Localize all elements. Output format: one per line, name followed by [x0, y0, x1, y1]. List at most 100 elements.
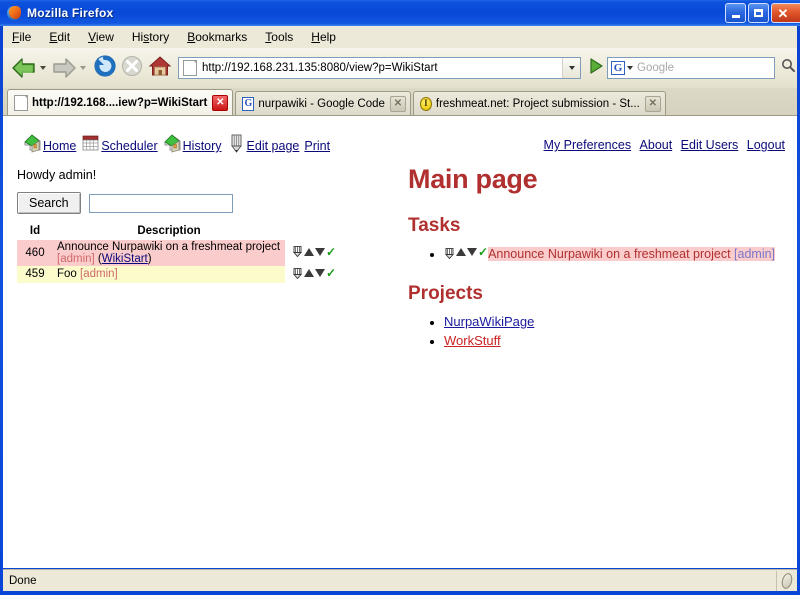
- reload-icon: [93, 54, 117, 83]
- close-button[interactable]: ✕: [771, 3, 800, 23]
- edit-icon[interactable]: [292, 267, 303, 279]
- nav-print[interactable]: Print: [304, 139, 335, 153]
- back-dropdown-caret[interactable]: [40, 66, 46, 70]
- paren-close: ): [147, 253, 152, 265]
- greeting-text: Howdy admin!: [17, 168, 97, 182]
- check-icon[interactable]: ✓: [478, 246, 488, 258]
- up-icon[interactable]: [304, 269, 314, 277]
- table-header-row: Id Description: [17, 224, 340, 240]
- status-bar: Done: [3, 569, 797, 591]
- url-dropdown-caret[interactable]: [562, 58, 580, 78]
- forward-dropdown-caret[interactable]: [80, 66, 86, 70]
- tab-close-button[interactable]: ✕: [389, 95, 406, 112]
- up-icon[interactable]: [304, 247, 314, 256]
- search-button[interactable]: Search: [17, 192, 81, 214]
- tab-close-button[interactable]: ✕: [644, 95, 661, 112]
- link-my-preferences[interactable]: My Preferences: [544, 138, 632, 152]
- down-icon[interactable]: [467, 247, 477, 256]
- status-text: Done: [9, 574, 37, 587]
- nav-home[interactable]: Home: [23, 133, 81, 153]
- magnifier-button[interactable]: [779, 58, 797, 78]
- nav-edit-page[interactable]: Edit page: [227, 133, 305, 153]
- link-logout[interactable]: Logout: [747, 138, 785, 152]
- wiki-nav-right: My Preferences About Edit Users Logout: [540, 136, 785, 154]
- column-header-description: Description: [137, 225, 201, 237]
- resize-grip-icon: [780, 571, 794, 590]
- tab-close-button[interactable]: ✕: [212, 94, 229, 111]
- menu-file[interactable]: File: [3, 28, 40, 46]
- menu-help[interactable]: Help: [302, 28, 345, 46]
- minimize-icon: [731, 15, 740, 18]
- project-link-nurpawikipage[interactable]: NurpaWikiPage: [444, 314, 534, 329]
- home-icon: [148, 54, 172, 83]
- task-id: 459: [17, 266, 53, 283]
- search-bar[interactable]: G Google: [607, 57, 775, 79]
- task-user-tag: [admin]: [57, 253, 95, 265]
- nav-print-link[interactable]: Print: [304, 139, 335, 153]
- nav-edit-page-link[interactable]: Edit page: [247, 139, 305, 153]
- close-icon: ✕: [777, 5, 789, 21]
- edit-icon[interactable]: [292, 246, 303, 258]
- projects-heading: Projects: [408, 283, 483, 305]
- down-icon[interactable]: [315, 269, 325, 277]
- back-button[interactable]: [11, 56, 51, 80]
- table-row[interactable]: 460 Announce Nurpawiki on a freshmeat pr…: [17, 240, 341, 266]
- task-id: 460: [17, 240, 53, 266]
- task-actions: ✓: [285, 266, 341, 283]
- tab-wikistart[interactable]: http://192.168....iew?p=WikiStart ✕: [7, 89, 234, 115]
- edit-icon[interactable]: [444, 246, 455, 260]
- freshmeat-icon: I: [419, 96, 432, 111]
- menu-edit[interactable]: Edit: [40, 28, 79, 46]
- resize-grip[interactable]: [776, 570, 797, 591]
- wiki-body: Main page Tasks ✓ Announce Nurpawiki on …: [408, 164, 787, 351]
- go-button[interactable]: [585, 57, 607, 79]
- task-wiki-link[interactable]: WikiStart: [102, 253, 148, 265]
- list-item: WorkStuff: [444, 332, 787, 351]
- page-title: Main page: [408, 164, 538, 194]
- nav-home-link[interactable]: Home: [43, 139, 81, 153]
- search-input[interactable]: [88, 193, 233, 213]
- link-edit-users[interactable]: Edit Users: [681, 138, 739, 152]
- project-link-workstuff[interactable]: WorkStuff: [444, 333, 501, 348]
- forward-button[interactable]: [51, 56, 91, 80]
- link-about[interactable]: About: [640, 138, 673, 152]
- maximize-icon: [754, 9, 763, 17]
- nav-scheduler[interactable]: Scheduler: [81, 133, 162, 153]
- maximize-button[interactable]: [748, 3, 769, 23]
- url-text[interactable]: http://192.168.231.135:8080/view?p=WikiS…: [202, 62, 562, 74]
- house-icon: [23, 133, 42, 153]
- check-icon[interactable]: ✓: [326, 267, 336, 279]
- up-icon[interactable]: [456, 247, 466, 256]
- menu-tools[interactable]: Tools: [256, 28, 302, 46]
- column-header-actions: [285, 224, 340, 240]
- check-icon[interactable]: ✓: [326, 246, 336, 258]
- stop-icon: [120, 54, 144, 83]
- menu-view[interactable]: View: [79, 28, 123, 46]
- reload-button[interactable]: [93, 54, 117, 83]
- down-icon[interactable]: [315, 247, 325, 256]
- column-header-id: Id: [29, 225, 41, 237]
- menu-bookmarks[interactable]: Bookmarks: [178, 28, 256, 46]
- table-row[interactable]: 459 Foo [admin] ✓: [17, 266, 341, 283]
- firefox-icon: [6, 5, 22, 21]
- tab-freshmeat[interactable]: I freshmeat.net: Project submission - St…: [412, 91, 666, 115]
- firefox-window: Mozilla Firefox ✕ File Edit View History…: [0, 0, 800, 595]
- search-engine-caret[interactable]: [627, 66, 633, 70]
- projects-list: NurpaWikiPage WorkStuff: [408, 313, 787, 351]
- wiki-navigation: Home Scheduler History Edit page Print M…: [23, 133, 785, 157]
- nav-history[interactable]: History: [163, 133, 227, 153]
- home-button[interactable]: [148, 54, 172, 83]
- address-bar[interactable]: http://192.168.231.135:8080/view?p=WikiS…: [178, 57, 581, 79]
- menu-history[interactable]: History: [123, 28, 178, 46]
- task-user-tag: [admin]: [734, 247, 776, 261]
- tasks-heading: Tasks: [408, 215, 461, 236]
- tab-nurpawiki-google-code[interactable]: G nurpawiki - Google Code ✕: [235, 91, 411, 115]
- stop-button[interactable]: [120, 54, 144, 83]
- list-item: ✓ Announce Nurpawiki on a freshmeat proj…: [444, 245, 787, 263]
- minimize-button[interactable]: [725, 3, 746, 23]
- navigation-toolbar: http://192.168.231.135:8080/view?p=WikiS…: [3, 48, 797, 88]
- toolbar-search-input[interactable]: Google: [637, 62, 774, 74]
- paren-open: (: [94, 253, 102, 265]
- nav-history-link[interactable]: History: [183, 139, 227, 153]
- nav-scheduler-link[interactable]: Scheduler: [101, 139, 162, 153]
